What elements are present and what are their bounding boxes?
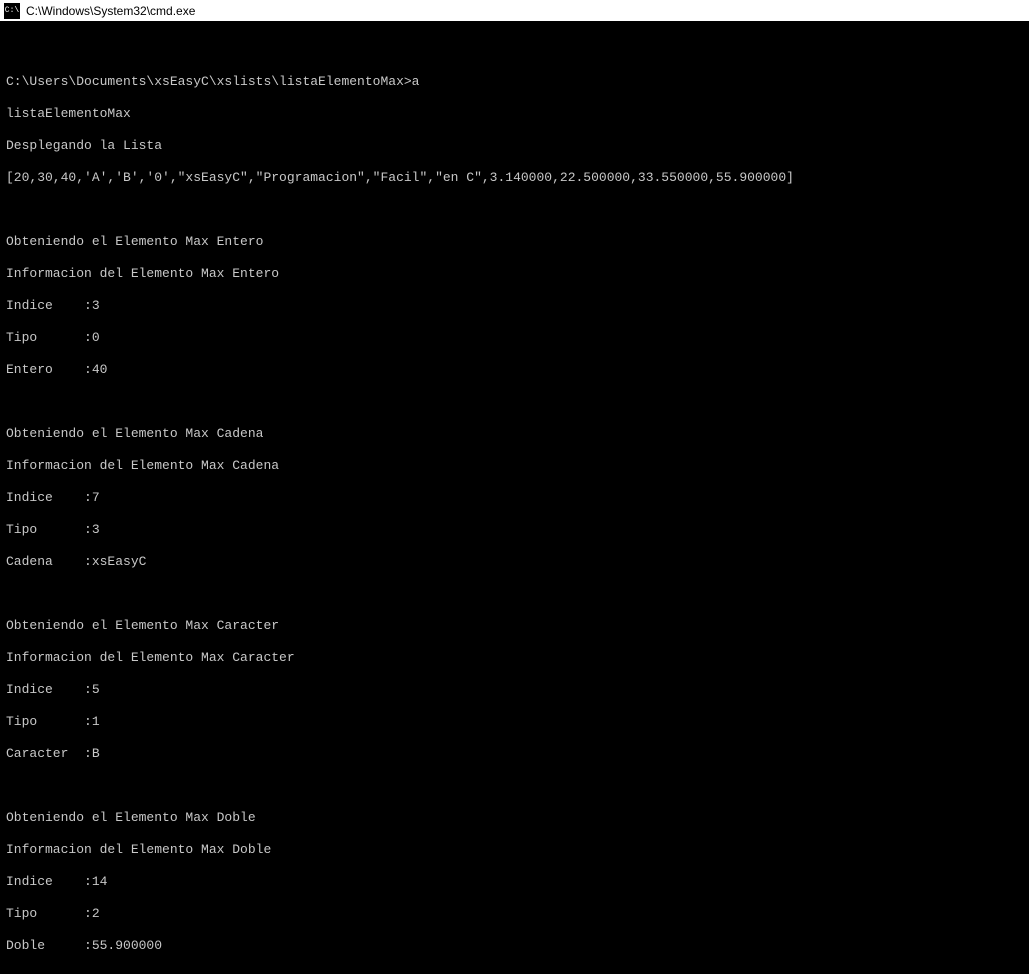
cmd-icon: C:\: [4, 3, 20, 19]
terminal-line: Indice :5: [6, 682, 1023, 698]
terminal-line: Caracter :B: [6, 746, 1023, 762]
terminal-line: [6, 394, 1023, 410]
window-title: C:\Windows\System32\cmd.exe: [26, 4, 195, 18]
terminal-line: listaElementoMax: [6, 106, 1023, 122]
terminal-line: [20,30,40,'A','B','0',"xsEasyC","Program…: [6, 170, 1023, 186]
terminal-line: [6, 778, 1023, 794]
terminal-line: Entero :40: [6, 362, 1023, 378]
terminal-line: C:\Users\Documents\xsEasyC\xslists\lista…: [6, 74, 1023, 90]
terminal-line: Obteniendo el Elemento Max Caracter: [6, 618, 1023, 634]
terminal-line: Cadena :xsEasyC: [6, 554, 1023, 570]
terminal-line: Obteniendo el Elemento Max Doble: [6, 810, 1023, 826]
terminal-line: Obteniendo el Elemento Max Cadena: [6, 426, 1023, 442]
terminal-line: [6, 202, 1023, 218]
terminal-line: Informacion del Elemento Max Caracter: [6, 650, 1023, 666]
terminal-line: Tipo :0: [6, 330, 1023, 346]
terminal-line: Informacion del Elemento Max Cadena: [6, 458, 1023, 474]
terminal-line: [6, 586, 1023, 602]
terminal-line: Informacion del Elemento Max Entero: [6, 266, 1023, 282]
terminal-line: Tipo :3: [6, 522, 1023, 538]
terminal-line: Doble :55.900000: [6, 938, 1023, 954]
terminal-line: Informacion del Elemento Max Doble: [6, 842, 1023, 858]
terminal-line: Tipo :1: [6, 714, 1023, 730]
terminal-line: Desplegando la Lista: [6, 138, 1023, 154]
terminal-line: Indice :3: [6, 298, 1023, 314]
terminal-output[interactable]: C:\Users\Documents\xsEasyC\xslists\lista…: [0, 22, 1029, 974]
terminal-line: Tipo :2: [6, 906, 1023, 922]
terminal-line: Indice :14: [6, 874, 1023, 890]
terminal-line: Obteniendo el Elemento Max Entero: [6, 234, 1023, 250]
terminal-line: [6, 42, 1023, 58]
window-titlebar[interactable]: C:\ C:\Windows\System32\cmd.exe: [0, 0, 1029, 22]
terminal-line: Indice :7: [6, 490, 1023, 506]
